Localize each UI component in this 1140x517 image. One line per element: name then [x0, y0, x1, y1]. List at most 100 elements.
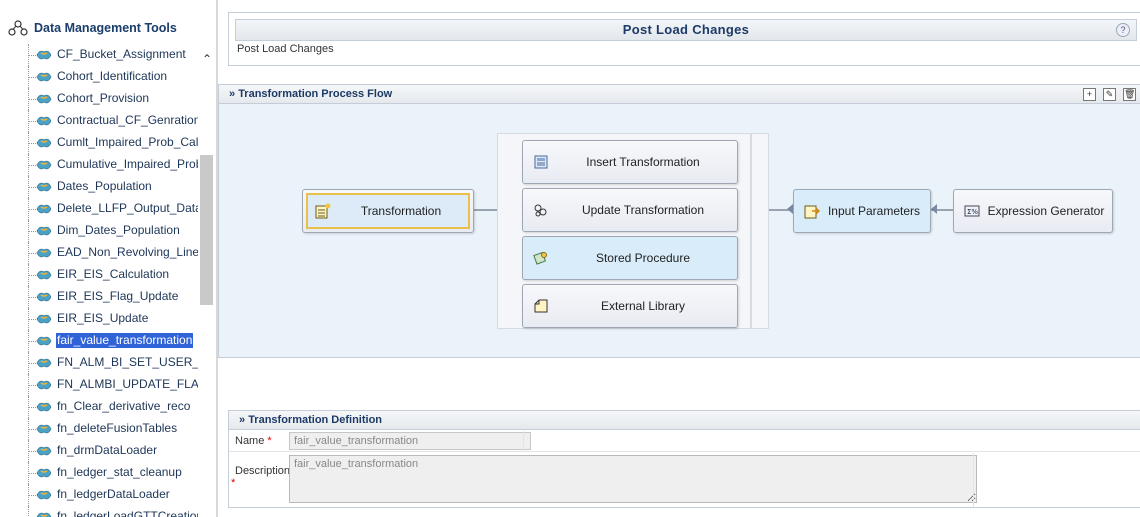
page-subtitle: Post Load Changes	[237, 43, 334, 55]
transformation-leaf-icon	[36, 270, 52, 280]
tree-item-label: EIR_EIS_Update	[57, 311, 149, 325]
tree-item-label: Cumulative_Impaired_Prob_	[57, 157, 198, 171]
tree-item[interactable]: Cumulative_Impaired_Prob_	[18, 154, 198, 176]
tree-item[interactable]: fair_value_transformation	[18, 330, 198, 352]
tree-item[interactable]: FN_ALMBI_UPDATE_FLAT_	[18, 374, 198, 396]
tree-item-label: EIR_EIS_Flag_Update	[57, 289, 179, 303]
tree-item[interactable]: FN_ALM_BI_SET_USER_D	[18, 352, 198, 374]
transformation-leaf-icon	[36, 94, 52, 104]
process-flow-header: » Transformation Process Flow + ✎ 🗑	[219, 85, 1140, 104]
tree-item[interactable]: fn_ledgerLoadGTTCreation	[18, 506, 198, 517]
input-parameters-label: Input Parameters	[827, 204, 921, 218]
header-bar: Post Load Changes ?	[235, 19, 1137, 41]
transformation-leaf-icon	[36, 116, 52, 126]
tree-item-label: Cohort_Identification	[57, 69, 168, 83]
transformation-leaf-icon	[36, 182, 52, 192]
description-field[interactable]: fair_value_transformation	[289, 455, 977, 503]
transformation-leaf-icon	[36, 138, 52, 148]
update-transformation-label: Update Transformation	[581, 203, 705, 217]
transformation-leaf-icon	[36, 402, 52, 412]
sidebar-title[interactable]: Data Management Tools	[8, 18, 177, 38]
tree-list: CF_Bucket_Assignment Cohort_Identificatio…	[18, 44, 198, 517]
tree-item[interactable]: CF_Bucket_Assignment	[18, 44, 198, 66]
expression-generator-node[interactable]: Σ% Expression Generator	[953, 189, 1113, 233]
transformation-leaf-icon	[36, 512, 52, 517]
stored-procedure-button[interactable]: Stored Procedure	[522, 236, 738, 280]
tree-item[interactable]: Delete_LLFP_Output_Data	[18, 198, 198, 220]
edit-icon[interactable]: ✎	[1103, 88, 1116, 101]
tree-item-label: Delete_LLFP_Output_Data	[57, 201, 198, 215]
tree-item[interactable]: fn_ledgerDataLoader	[18, 484, 198, 506]
sidebar-title-label: Data Management Tools	[34, 21, 177, 35]
tree-item[interactable]: EIR_EIS_Update	[18, 308, 198, 330]
expression-generator-label: Expression Generator	[987, 204, 1105, 218]
transformation-leaf-icon	[36, 248, 52, 258]
tree-item[interactable]: fn_deleteFusionTables	[18, 418, 198, 440]
help-icon[interactable]: ?	[1116, 23, 1130, 37]
process-flow-panel: » Transformation Process Flow + ✎ 🗑 Tran…	[218, 84, 1140, 358]
tree-item-label: Cohort_Provision	[57, 91, 150, 105]
input-parameters-icon	[804, 205, 820, 219]
field-separator	[523, 431, 524, 451]
tree-item[interactable]: fn_drmDataLoader	[18, 440, 198, 462]
transformation-leaf-icon	[36, 336, 52, 346]
transformation-leaf-icon	[36, 72, 52, 82]
external-library-icon	[534, 299, 548, 313]
tree-item[interactable]: EIR_EIS_Flag_Update	[18, 286, 198, 308]
tree-item[interactable]: Cohort_Provision	[18, 88, 198, 110]
tree-item-label: fn_ledgerLoadGTTCreation	[57, 509, 198, 517]
required-marker: *	[231, 477, 236, 489]
tree-item[interactable]: EAD_Non_Revolving_Lines	[18, 242, 198, 264]
tree-item[interactable]: Cumlt_Impaired_Prob_Calc	[18, 132, 198, 154]
tree-item-label: EAD_Non_Revolving_Lines	[57, 245, 198, 259]
sidebar: Data Management Tools CF_Bucket_Assignme…	[0, 0, 216, 517]
transformation-leaf-icon	[36, 358, 52, 368]
definition-title: » Transformation Definition	[239, 414, 383, 426]
connector-arrow	[931, 204, 937, 214]
delete-icon[interactable]: 🗑	[1123, 88, 1136, 101]
name-label: Name *	[235, 435, 272, 447]
update-icon	[534, 204, 547, 217]
description-label: Description	[235, 465, 291, 477]
transformation-node[interactable]: Transformation	[302, 189, 474, 233]
external-library-label: External Library	[600, 299, 686, 313]
tree-item-label: Cumlt_Impaired_Prob_Calc	[57, 135, 198, 149]
tree-connector	[28, 506, 30, 517]
tree-item[interactable]: Cohort_Identification	[18, 66, 198, 88]
definition-title-text: Transformation Definition	[248, 414, 383, 426]
external-library-button[interactable]: External Library	[522, 284, 738, 328]
tree-item[interactable]: Dates_Population	[18, 176, 198, 198]
tree-item[interactable]: fn_ledger_stat_cleanup	[18, 462, 198, 484]
transformation-leaf-icon	[36, 204, 52, 214]
input-parameters-node[interactable]: Input Parameters	[793, 189, 931, 233]
tree-item-label: FN_ALM_BI_SET_USER_D	[57, 355, 198, 369]
insert-transformation-button[interactable]: Insert Transformation	[522, 140, 738, 184]
scrollbar-thumb[interactable]	[200, 155, 213, 305]
transformation-leaf-icon	[36, 380, 52, 390]
tree-item-label: fair_value_transformation	[56, 333, 194, 348]
add-icon[interactable]: +	[1083, 88, 1096, 101]
transformation-leaf-icon	[36, 292, 52, 302]
transformation-definition-panel: » Transformation Definition Name * Descr…	[228, 410, 1140, 508]
transformation-leaf-icon	[36, 226, 52, 236]
name-field[interactable]	[289, 432, 531, 450]
insert-transformation-label: Insert Transformation	[586, 155, 700, 169]
tree-item[interactable]: Dim_Dates_Population	[18, 220, 198, 242]
name-row: Name *	[229, 431, 1140, 452]
tree-item-label: EIR_EIS_Calculation	[57, 267, 170, 281]
tree-item[interactable]: fn_Clear_derivative_reco	[18, 396, 198, 418]
tree-item-label: fn_ledger_stat_cleanup	[57, 465, 182, 479]
scroll-up-icon[interactable]: ⌃	[200, 52, 214, 66]
transformation-leaf-icon	[36, 446, 52, 456]
field-separator	[973, 453, 974, 507]
header-panel: Post Load Changes ? Post Load Changes	[228, 12, 1140, 66]
tree-item[interactable]: EIR_EIS_Calculation	[18, 264, 198, 286]
tree-item[interactable]: Contractual_CF_Genration	[18, 110, 198, 132]
tree-item-label: fn_deleteFusionTables	[57, 421, 178, 435]
tree-item-label: Dim_Dates_Population	[57, 223, 180, 237]
connector-line	[474, 209, 498, 211]
tree-item-label: Contractual_CF_Genration	[57, 113, 198, 127]
update-transformation-button[interactable]: Update Transformation	[522, 188, 738, 232]
transformation-leaf-icon	[36, 424, 52, 434]
required-marker: *	[267, 435, 272, 447]
